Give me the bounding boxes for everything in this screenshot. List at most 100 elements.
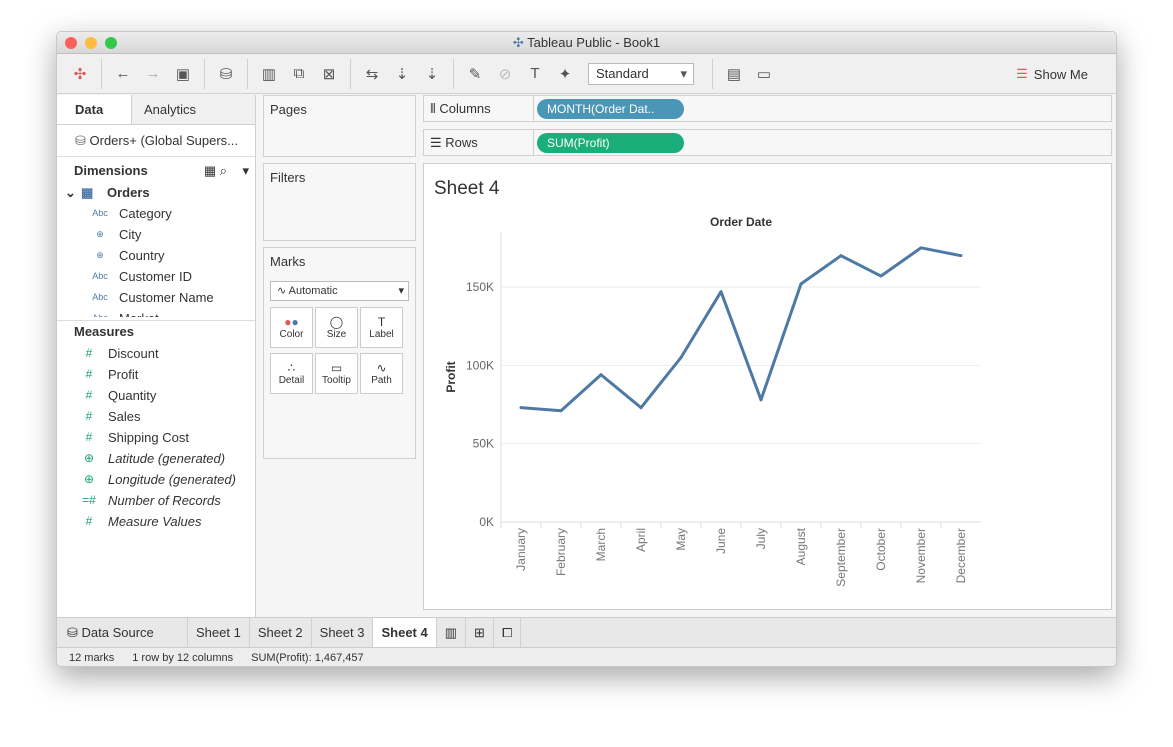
number-type-icon: =# — [79, 490, 99, 511]
globe-type-icon: ⊕ — [79, 448, 99, 469]
table-icon: ▦ — [81, 182, 107, 203]
marks-color-button[interactable]: ●●Color — [270, 307, 313, 348]
string-type-icon: Abc — [90, 287, 110, 308]
columns-pill[interactable]: MONTH(Order Dat.. — [537, 99, 684, 119]
data-point — [920, 246, 923, 249]
tab-sheet-3[interactable]: Sheet 3 — [312, 618, 374, 647]
marks-card: Marks ∿ Automatic▾ ●●Color◯SizeTLabel∴De… — [263, 247, 416, 459]
new-datasource-icon[interactable]: ⛁ — [213, 61, 239, 87]
sort-ascending-icon[interactable]: ⇣ — [389, 61, 415, 87]
rows-shelf[interactable]: ☰ RowsSUM(Profit) — [423, 129, 1112, 156]
y-tick-label: 50K — [473, 437, 494, 451]
show-me-button[interactable]: ☰Show Me — [1016, 66, 1088, 82]
measure-item[interactable]: #Measure Values — [57, 511, 255, 532]
data-point — [680, 356, 683, 359]
dimension-item[interactable]: AbcCategory — [57, 203, 255, 224]
data-pane: Data Analytics ⛁ Orders+ (Global Supers.… — [57, 95, 256, 617]
measure-item[interactable]: =#Number of Records — [57, 490, 255, 511]
pages-card[interactable]: Pages — [263, 95, 416, 157]
dimension-item[interactable]: ⊕City — [57, 224, 255, 245]
x-tick-label: July — [754, 528, 768, 549]
measure-item[interactable]: #Shipping Cost — [57, 427, 255, 448]
rows-pill[interactable]: SUM(Profit) — [537, 133, 684, 153]
new-worksheet-icon[interactable]: ▥ — [437, 618, 466, 647]
data-point — [960, 254, 963, 257]
tab-sheet-1[interactable]: Sheet 1 — [188, 618, 250, 647]
expand-icon[interactable]: ⌄ — [65, 182, 81, 203]
rows-icon: ☰ — [430, 135, 445, 150]
highlight-icon[interactable]: ✎ — [462, 61, 488, 87]
string-type-icon: Abc — [90, 203, 110, 224]
undo-icon[interactable]: ← — [110, 61, 136, 87]
measure-item[interactable]: #Sales — [57, 406, 255, 427]
profit-line — [521, 248, 961, 411]
cards-area: Pages Filters Marks ∿ Automatic▾ ●●Color… — [263, 95, 416, 465]
status-dims: 1 row by 12 columns — [132, 648, 233, 667]
measure-item[interactable]: #Quantity — [57, 385, 255, 406]
marks-label-button[interactable]: TLabel — [360, 307, 403, 348]
view-size-select[interactable]: Standard — [588, 63, 694, 85]
data-point — [800, 282, 803, 285]
group-icon[interactable]: ⊘ — [492, 61, 518, 87]
presentation-icon[interactable]: ▭ — [751, 61, 777, 87]
x-tick-label: September — [834, 528, 848, 587]
marks-tooltip-button[interactable]: ▭Tooltip — [315, 353, 358, 394]
new-story-icon[interactable]: ⧠ — [494, 618, 521, 647]
tab-sheet-2[interactable]: Sheet 2 — [250, 618, 312, 647]
measure-item[interactable]: #Profit — [57, 364, 255, 385]
marks-size-button[interactable]: ◯Size — [315, 307, 358, 348]
show-cards-icon[interactable]: ▤ — [721, 61, 747, 87]
data-point — [720, 290, 723, 293]
pin-icon[interactable]: ✦ — [552, 61, 578, 87]
mark-type-select[interactable]: ∿ Automatic▾ — [270, 281, 409, 301]
data-point — [880, 275, 883, 278]
dimension-item[interactable]: AbcCustomer ID — [57, 266, 255, 287]
tableau-window: ✣ Tableau Public - Book1 ✣ ← → ▣ ⛁ ▥ ⧉ ⊠… — [56, 31, 1117, 667]
search-icon[interactable]: ▦ ⌕ — [204, 160, 227, 182]
filters-card[interactable]: Filters — [263, 163, 416, 241]
close-button[interactable] — [65, 37, 77, 49]
tab-data[interactable]: Data — [57, 95, 131, 124]
x-tick-label: December — [954, 528, 968, 583]
tab-analytics[interactable]: Analytics — [131, 95, 255, 124]
datasource-item[interactable]: ⛁ Orders+ (Global Supers... — [57, 125, 255, 157]
sheet-tabs: ⛁ Data SourceSheet 1Sheet 2Sheet 3Sheet … — [57, 617, 1117, 647]
dimension-item[interactable]: ⊕Country — [57, 245, 255, 266]
number-type-icon: # — [79, 343, 99, 364]
new-worksheet-icon[interactable]: ▥ — [256, 61, 282, 87]
color-icon: ●● — [284, 315, 299, 329]
swap-icon[interactable]: ⇆ — [359, 61, 385, 87]
title-bar: ✣ Tableau Public - Book1 — [57, 32, 1116, 54]
marks-path-button[interactable]: ∿Path — [360, 353, 403, 394]
marks-detail-button[interactable]: ∴Detail — [270, 353, 313, 394]
table-orders[interactable]: ⌄▦Orders — [57, 182, 255, 203]
globe-type-icon: ⊕ — [90, 224, 110, 245]
redo-icon[interactable]: → — [140, 61, 166, 87]
measure-item[interactable]: ⊕Latitude (generated) — [57, 448, 255, 469]
x-tick-label: March — [594, 528, 608, 561]
measure-item[interactable]: ⊕Longitude (generated) — [57, 469, 255, 490]
tab-sheet-4[interactable]: Sheet 4 — [373, 618, 436, 647]
measure-item[interactable]: #Discount — [57, 343, 255, 364]
data-point — [640, 406, 643, 409]
dimension-item[interactable]: AbcMarket — [57, 308, 255, 317]
labels-icon[interactable]: T — [522, 61, 548, 87]
new-dashboard-icon[interactable]: ⊞ — [466, 618, 494, 647]
dimension-item[interactable]: AbcCustomer Name — [57, 287, 255, 308]
data-point — [600, 373, 603, 376]
x-tick-label: November — [914, 528, 928, 583]
columns-shelf[interactable]: ⦀ ColumnsMONTH(Order Dat.. — [423, 95, 1112, 122]
save-icon[interactable]: ▣ — [170, 61, 196, 87]
x-tick-label: June — [714, 528, 728, 554]
sort-descending-icon[interactable]: ⇣ — [419, 61, 445, 87]
tab-data-source[interactable]: ⛁ Data Source — [57, 618, 188, 647]
detail-icon: ∴ — [288, 361, 296, 375]
duplicate-sheet-icon[interactable]: ⧉ — [286, 61, 312, 87]
tableau-logo-icon[interactable]: ✣ — [67, 61, 93, 87]
minimize-button[interactable] — [85, 37, 97, 49]
zoom-button[interactable] — [105, 37, 117, 49]
dimensions-menu-icon[interactable]: ▾ — [242, 160, 249, 182]
clear-sheet-icon[interactable]: ⊠ — [316, 61, 342, 87]
globe-type-icon: ⊕ — [90, 245, 110, 266]
line-chart[interactable]: Order Date0K50K100K150KProfitJanuaryFebr… — [424, 164, 1111, 609]
